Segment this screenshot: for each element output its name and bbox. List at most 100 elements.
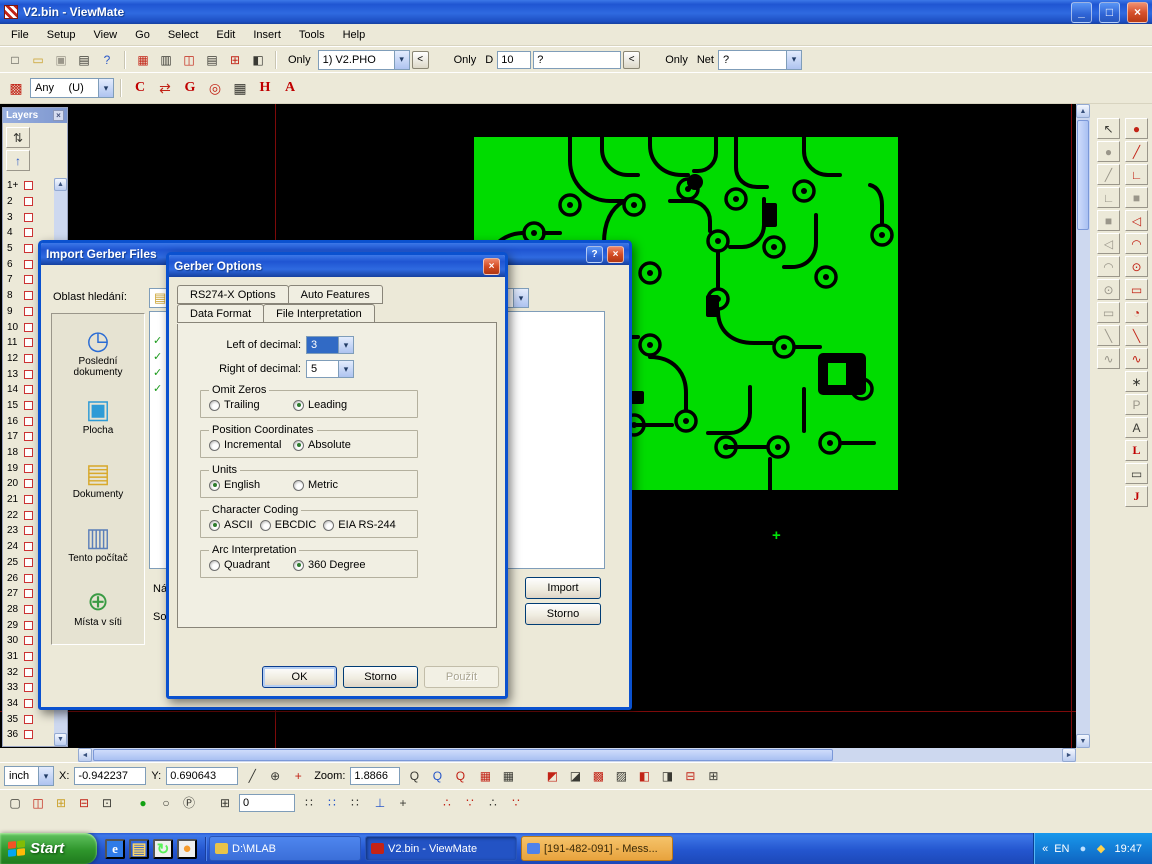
- layer-row[interactable]: 3: [3, 209, 55, 225]
- right-decimal-combo[interactable]: 5 ▾: [306, 360, 354, 378]
- layer-visibility-box[interactable]: [24, 448, 33, 457]
- layer-visibility-box[interactable]: [24, 621, 33, 630]
- pattern-corner-icon-3[interactable]: ∴: [482, 793, 504, 813]
- all-layers-icon[interactable]: ◫: [27, 793, 49, 813]
- layer-visibility-box[interactable]: [24, 385, 33, 394]
- ie-icon[interactable]: e: [105, 839, 125, 859]
- radio-absolute[interactable]: [293, 440, 304, 451]
- menu-setup[interactable]: Setup: [38, 26, 85, 44]
- layer-visibility-box[interactable]: [24, 401, 33, 410]
- active-layer-combo[interactable]: 1) V2.PHO ▾: [318, 50, 410, 70]
- letter-a-icon[interactable]: A: [278, 76, 302, 100]
- task-messenger[interactable]: [191-482-091] - Mess...: [521, 836, 673, 861]
- dcode-rows-icon[interactable]: ▥: [155, 50, 177, 70]
- selection-mode-icon[interactable]: ▩: [4, 76, 28, 100]
- radio-360-degree[interactable]: [293, 560, 304, 571]
- only-layer-toggle[interactable]: Only: [283, 50, 316, 70]
- add-layer-icon[interactable]: ⊞: [50, 793, 72, 813]
- select-type-combo[interactable]: Any (U) ▾: [30, 78, 114, 98]
- dcode-half-icon[interactable]: ◧: [247, 50, 269, 70]
- area-tool-icon[interactable]: ■: [1125, 187, 1148, 208]
- hscroll-thumb[interactable]: [93, 749, 833, 761]
- line-tool-icon[interactable]: ╱: [1125, 141, 1148, 162]
- layer-visibility-box[interactable]: [24, 291, 33, 300]
- title-bar[interactable]: V2.bin - ViewMate _ □ ×: [0, 0, 1152, 24]
- scroll-right-icon[interactable]: ►: [1062, 748, 1076, 762]
- dots-grid-icon-3[interactable]: ∷: [344, 793, 366, 813]
- area-view-icon[interactable]: ■: [1097, 210, 1120, 231]
- vscroll-thumb[interactable]: [1077, 120, 1089, 230]
- layer-row[interactable]: 2: [3, 194, 55, 210]
- layer-visibility-box[interactable]: [24, 213, 33, 222]
- tray-volume-icon[interactable]: ◆: [1093, 841, 1108, 856]
- save-icon[interactable]: ▣: [50, 50, 72, 70]
- place-network[interactable]: ⊕ Místa v síti: [52, 576, 144, 640]
- layer-visibility-box[interactable]: [24, 338, 33, 347]
- mirror-x-icon[interactable]: ⊟: [679, 766, 701, 786]
- online-dot-icon[interactable]: ●: [132, 793, 154, 813]
- origin-icon[interactable]: +: [287, 766, 309, 786]
- close-icon[interactable]: ×: [53, 110, 64, 121]
- letter-h-icon[interactable]: H: [253, 76, 277, 100]
- layer-visibility-box[interactable]: [24, 668, 33, 677]
- layer-visibility-box[interactable]: [24, 307, 33, 316]
- trace-fill-icon[interactable]: ◧: [633, 766, 655, 786]
- pad-fill-icon[interactable]: ▩: [587, 766, 609, 786]
- pattern-corner-icon-2[interactable]: ∵: [459, 793, 481, 813]
- dcode-filter-field[interactable]: ?: [533, 51, 621, 69]
- scroll-down-icon[interactable]: ▼: [1076, 734, 1090, 748]
- ok-button[interactable]: OK: [262, 666, 337, 688]
- left-decimal-combo[interactable]: 3 ▾: [306, 336, 354, 354]
- menu-select[interactable]: Select: [159, 26, 208, 44]
- layer-visibility-box[interactable]: [24, 715, 33, 724]
- layer-visibility-box[interactable]: [24, 244, 33, 253]
- tab-rs274x-options[interactable]: RS274-X Options: [177, 285, 289, 304]
- open-icon[interactable]: ▭: [27, 50, 49, 70]
- radio-ascii[interactable]: [209, 520, 220, 531]
- tray-messenger-icon[interactable]: ●: [1075, 841, 1090, 856]
- target-icon[interactable]: ◎: [203, 76, 227, 100]
- rect-view-icon[interactable]: ▭: [1097, 302, 1120, 323]
- radio-quadrant[interactable]: [209, 560, 220, 571]
- layer-visibility-box[interactable]: [24, 228, 33, 237]
- dots-grid-icon-2[interactable]: ∷: [321, 793, 343, 813]
- layer-visibility-box[interactable]: [24, 464, 33, 473]
- task-viewmate[interactable]: V2.bin - ViewMate: [365, 836, 517, 861]
- print-icon[interactable]: ▤: [73, 50, 95, 70]
- layer-visibility-box[interactable]: [24, 558, 33, 567]
- close-button[interactable]: ×: [607, 246, 624, 263]
- pad-tool-icon[interactable]: ●: [1125, 118, 1148, 139]
- diagonal-tool-icon[interactable]: ╲: [1125, 325, 1148, 346]
- pad-outline-icon[interactable]: ▨: [610, 766, 632, 786]
- menu-help[interactable]: Help: [334, 26, 375, 44]
- grid-icon[interactable]: ▦: [228, 76, 252, 100]
- dcode-cols-icon[interactable]: ◫: [178, 50, 200, 70]
- language-indicator[interactable]: EN: [1054, 843, 1069, 855]
- select-cursor-icon[interactable]: ↖: [1097, 118, 1120, 139]
- restore-button[interactable]: □: [1099, 2, 1120, 23]
- layer-visibility-box[interactable]: [24, 197, 33, 206]
- layer-visibility-box[interactable]: [24, 354, 33, 363]
- layer-visibility-box[interactable]: [24, 275, 33, 284]
- letter-l-icon[interactable]: L: [1125, 440, 1148, 461]
- context-help-icon[interactable]: ?: [96, 50, 118, 70]
- layer-visibility-box[interactable]: [24, 699, 33, 708]
- tab-data-format[interactable]: Data Format: [177, 304, 264, 323]
- layer-pos-icon[interactable]: ◩: [541, 766, 563, 786]
- gerber-dialog-titlebar[interactable]: Gerber Options ×: [169, 255, 505, 277]
- dots-grid-icon-1[interactable]: ∷: [298, 793, 320, 813]
- grid-large-icon[interactable]: ⊞: [214, 793, 236, 813]
- units-combo[interactable]: inch ▾: [4, 766, 54, 786]
- scroll-up-icon[interactable]: ▲: [54, 178, 67, 191]
- arc-tool-icon[interactable]: ◠: [1125, 233, 1148, 254]
- center-icon[interactable]: ⊕: [264, 766, 286, 786]
- dcode-cross-icon[interactable]: ⊞: [224, 50, 246, 70]
- circle-tool-icon[interactable]: ⊙: [1125, 256, 1148, 277]
- refresh-icon[interactable]: ↻: [153, 839, 173, 859]
- layer-visibility-box[interactable]: [24, 574, 33, 583]
- circle-icon[interactable]: ○: [155, 793, 177, 813]
- pattern-corner-icon-1[interactable]: ∴: [436, 793, 458, 813]
- scroll-up-icon[interactable]: ▲: [1076, 104, 1090, 118]
- pad-view-icon[interactable]: ●: [1097, 141, 1120, 162]
- zoom-field[interactable]: 1.8866: [350, 767, 400, 785]
